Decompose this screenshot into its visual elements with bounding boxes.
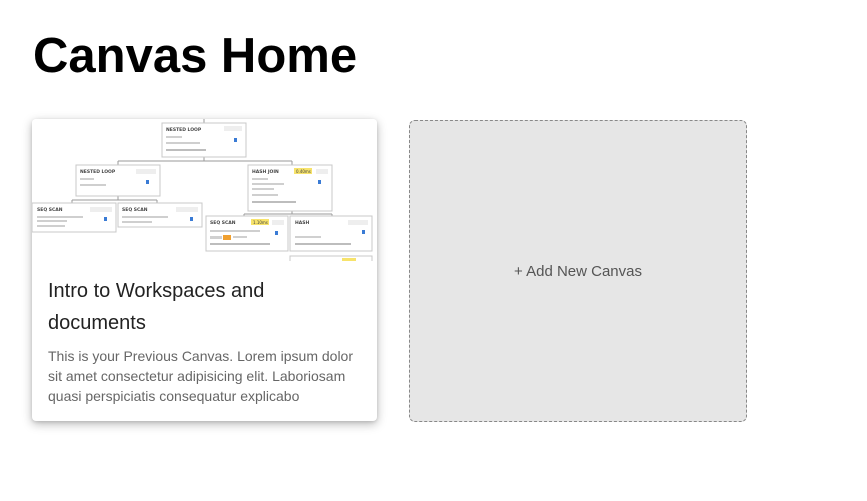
plan-node-badge: 0.40ms <box>296 169 311 174</box>
plan-node: SEQ SCAN <box>32 202 117 233</box>
plan-node: HASH JOIN 0.40ms <box>247 164 333 212</box>
query-plan-diagram: NESTED LOOP NESTED LOOP HASH JOIN 0.40ms… <box>32 119 373 261</box>
plan-node: NESTED LOOP <box>75 164 161 197</box>
plan-node-label: NESTED LOOP <box>166 127 202 133</box>
plan-node: NESTED LOOP <box>161 122 247 158</box>
plan-node-badge: 1.10ms <box>253 220 268 225</box>
canvas-card-title: Intro to Workspaces and documents <box>48 280 265 334</box>
add-new-canvas-button[interactable]: + Add New Canvas <box>409 120 747 422</box>
canvas-card-description: This is your Previous Canvas. Lorem ipsu… <box>48 348 354 404</box>
plan-node-partial <box>289 255 373 261</box>
plan-node: SEQ SCAN 1.10ms <box>205 215 289 252</box>
page-title: Canvas Home <box>33 29 358 83</box>
plan-node-label: NESTED LOOP <box>80 169 116 175</box>
plan-node-label: SEQ SCAN <box>37 207 63 213</box>
plan-node-label: SEQ SCAN <box>210 220 236 226</box>
canvas-thumbnail: NESTED LOOP NESTED LOOP HASH JOIN 0.40ms… <box>32 119 377 261</box>
plan-node-label: HASH JOIN <box>252 169 279 175</box>
plan-node: HASH <box>289 215 373 252</box>
canvas-card[interactable]: NESTED LOOP NESTED LOOP HASH JOIN 0.40ms… <box>32 119 377 421</box>
add-new-canvas-label: + Add New Canvas <box>514 262 642 280</box>
plan-node-label: HASH <box>295 220 309 226</box>
plan-node: SEQ SCAN <box>117 202 203 228</box>
plan-node-label: SEQ SCAN <box>122 207 148 213</box>
